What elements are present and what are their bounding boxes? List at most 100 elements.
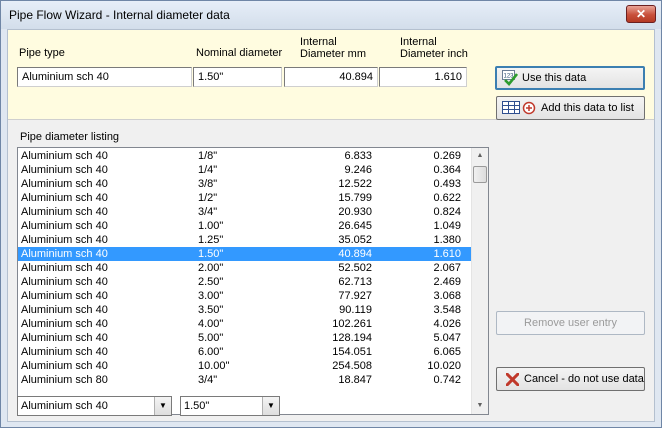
mm-cell: 102.261 [332, 318, 372, 330]
mm-cell: 20.930 [338, 206, 372, 218]
nominal-cell: 1.00" [198, 220, 224, 232]
add-to-list-button[interactable]: Add this data to list [496, 96, 645, 120]
dialog-window: Pipe Flow Wizard - Internal diameter dat… [0, 0, 662, 428]
internal-inch-header: Internal Diameter inch [400, 36, 468, 60]
pipe-type-filter[interactable]: Aluminium sch 40 ▼ [17, 396, 172, 416]
list-item[interactable]: Aluminium sch 80 3/4" 18.847 0.742 [18, 373, 472, 387]
mm-cell: 52.502 [338, 262, 372, 274]
inch-cell: 2.067 [433, 262, 461, 274]
pipe-type-cell: Aluminium sch 40 [21, 150, 108, 162]
pipe-type-cell: Aluminium sch 40 [21, 178, 108, 190]
mm-cell: 254.508 [332, 360, 372, 372]
list-item[interactable]: Aluminium sch 40 1/8" 6.833 0.269 [18, 149, 472, 163]
list-item[interactable]: Aluminium sch 40 3.00" 77.927 3.068 [18, 289, 472, 303]
nominal-cell: 3/8" [198, 178, 218, 190]
window-title: Pipe Flow Wizard - Internal diameter dat… [9, 8, 230, 22]
pipe-type-cell: Aluminium sch 80 [21, 374, 108, 386]
mm-cell: 35.052 [338, 234, 372, 246]
nominal-cell: 3.50" [198, 304, 224, 316]
pipe-type-cell: Aluminium sch 40 [21, 290, 108, 302]
pipe-type-cell: Aluminium sch 40 [21, 360, 108, 372]
chevron-down-icon[interactable]: ▼ [262, 397, 279, 415]
list-item[interactable]: Aluminium sch 40 1/2" 15.799 0.622 [18, 191, 472, 205]
pipe-type-field[interactable]: Aluminium sch 40 [17, 67, 192, 87]
inch-cell: 4.026 [433, 318, 461, 330]
mm-cell: 154.051 [332, 346, 372, 358]
list-item[interactable]: Aluminium sch 40 1/4" 9.246 0.364 [18, 163, 472, 177]
pipe-type-cell: Aluminium sch 40 [21, 332, 108, 344]
red-x-icon [506, 373, 519, 386]
close-button[interactable]: ✕ [626, 5, 656, 23]
listing-label: Pipe diameter listing [20, 131, 120, 143]
title-bar[interactable]: Pipe Flow Wizard - Internal diameter dat… [1, 1, 661, 29]
list-item[interactable]: Aluminium sch 40 5.00" 128.194 5.047 [18, 331, 472, 345]
use-this-data-button[interactable]: 123 Use this data [495, 66, 645, 90]
nominal-cell: 3/4" [198, 206, 218, 218]
list-item[interactable]: Aluminium sch 40 6.00" 154.051 6.065 [18, 345, 472, 359]
scroll-down-icon[interactable]: ▼ [472, 398, 488, 414]
add-to-list-label: Add this data to list [541, 102, 634, 114]
inch-cell: 0.622 [433, 192, 461, 204]
nominal-cell: 1/8" [198, 150, 218, 162]
list-item[interactable]: Aluminium sch 40 1.00" 26.645 1.049 [18, 219, 472, 233]
mm-cell: 18.847 [338, 374, 372, 386]
checkmark-icon: 123 [502, 70, 518, 86]
nominal-diameter-field[interactable]: 1.50" [193, 67, 282, 87]
current-selection-panel: Pipe type Nominal diameter Internal Diam… [8, 30, 654, 120]
inch-cell: 0.493 [433, 178, 461, 190]
mm-cell: 77.927 [338, 290, 372, 302]
inch-cell: 3.548 [433, 304, 461, 316]
nominal-cell: 2.50" [198, 276, 224, 288]
mm-cell: 12.522 [338, 178, 372, 190]
inch-cell: 0.364 [433, 164, 461, 176]
inch-cell: 3.068 [433, 290, 461, 302]
scroll-up-icon[interactable]: ▲ [472, 148, 488, 164]
remove-user-entry-button[interactable]: Remove user entry [496, 311, 645, 335]
list-item[interactable]: Aluminium sch 40 2.50" 62.713 2.469 [18, 275, 472, 289]
internal-mm-field[interactable]: 40.894 [284, 67, 378, 87]
pipe-type-cell: Aluminium sch 40 [21, 276, 108, 288]
nominal-cell: 10.00" [198, 360, 230, 372]
pipe-type-cell: Aluminium sch 40 [21, 318, 108, 330]
nominal-cell: 2.00" [198, 262, 224, 274]
pipe-diameter-list[interactable]: Aluminium sch 40 1/8" 6.833 0.269 Aluminium … [17, 147, 489, 415]
nominal-diameter-filter[interactable]: 1.50" ▼ [180, 396, 280, 416]
nominal-cell: 6.00" [198, 346, 224, 358]
cancel-button[interactable]: Cancel - do not use data [496, 367, 645, 391]
mm-cell: 9.246 [344, 164, 372, 176]
vertical-scrollbar[interactable]: ▲ ▼ [471, 148, 488, 414]
mm-cell: 40.894 [338, 248, 372, 260]
inch-cell: 6.065 [433, 346, 461, 358]
mm-cell: 90.119 [339, 304, 372, 316]
nominal-cell: 1.25" [198, 234, 224, 246]
pipe-type-filter-value: Aluminium sch 40 [21, 400, 108, 412]
pipe-type-cell: Aluminium sch 40 [21, 206, 108, 218]
list-item[interactable]: Aluminium sch 40 3/4" 20.930 0.824 [18, 205, 472, 219]
mm-cell: 15.799 [338, 192, 372, 204]
pipe-type-cell: Aluminium sch 40 [21, 220, 108, 232]
pipe-type-cell: Aluminium sch 40 [21, 346, 108, 358]
nominal-cell: 5.00" [198, 332, 224, 344]
inch-cell: 2.469 [433, 276, 461, 288]
internal-inch-field[interactable]: 1.610 [379, 67, 467, 87]
inch-cell: 5.047 [433, 332, 461, 344]
nominal-cell: 4.00" [198, 318, 224, 330]
list-item[interactable]: Aluminium sch 40 2.00" 52.502 2.067 [18, 261, 472, 275]
pipe-type-header: Pipe type [19, 47, 65, 59]
nominal-cell: 1.50" [198, 248, 224, 260]
list-item[interactable]: Aluminium sch 40 4.00" 102.261 4.026 [18, 317, 472, 331]
inch-cell: 1.380 [433, 234, 461, 246]
pipe-type-cell: Aluminium sch 40 [21, 164, 108, 176]
list-item[interactable]: Aluminium sch 40 10.00" 254.508 10.020 [18, 359, 472, 373]
list-item[interactable]: Aluminium sch 40 3/8" 12.522 0.493 [18, 177, 472, 191]
inch-cell: 10.020 [427, 360, 461, 372]
nominal-diameter-header: Nominal diameter [196, 47, 283, 59]
list-item[interactable]: Aluminium sch 40 1.50" 40.894 1.610 [18, 247, 472, 261]
list-item[interactable]: Aluminium sch 40 1.25" 35.052 1.380 [18, 233, 472, 247]
list-item[interactable]: Aluminium sch 40 3.50" 90.119 3.548 [18, 303, 472, 317]
pipe-type-cell: Aluminium sch 40 [21, 248, 108, 260]
scroll-thumb[interactable] [473, 166, 487, 183]
chevron-down-icon[interactable]: ▼ [154, 397, 171, 415]
internal-mm-header: Internal Diameter mm [300, 36, 367, 60]
pipe-type-cell: Aluminium sch 40 [21, 234, 108, 246]
